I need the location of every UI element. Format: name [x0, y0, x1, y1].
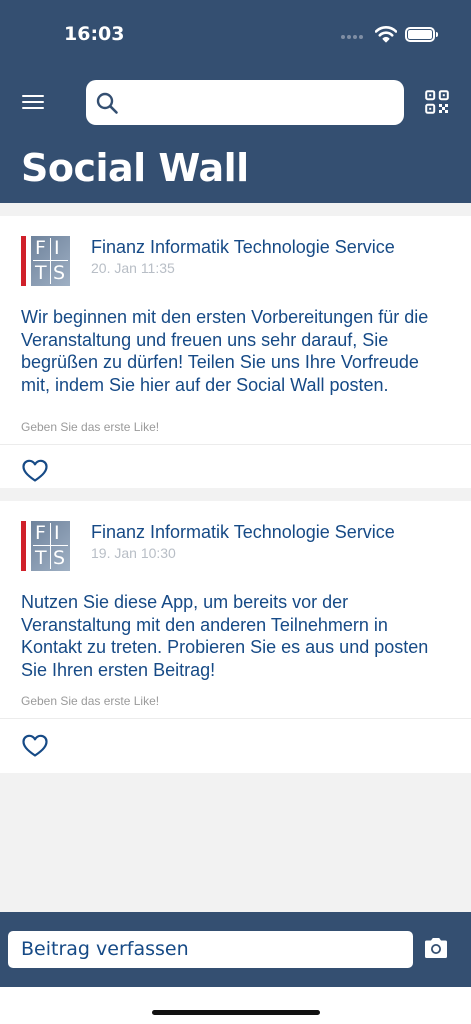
hamburger-menu-icon[interactable] — [22, 95, 44, 111]
camera-icon[interactable] — [423, 937, 449, 959]
page-title: Social Wall — [21, 146, 249, 190]
post-card: F I T S Finanz Informatik Technologie Se… — [0, 501, 471, 773]
post-divider — [0, 718, 471, 719]
status-time: 16:03 — [64, 23, 125, 45]
author-logo[interactable]: F I T S — [21, 236, 70, 286]
post-text: Nutzen Sie diese App, um bereits vor der… — [21, 592, 429, 680]
post-author[interactable]: Finanz Informatik Technologie Service — [91, 522, 395, 543]
compose-post-input[interactable]: Beitrag verfassen — [8, 931, 413, 968]
wifi-icon — [375, 26, 397, 43]
author-logo[interactable]: F I T S — [21, 521, 70, 571]
app-header: 16:03 Social Wall — [0, 0, 471, 203]
post-composer-bar: Beitrag verfassen — [0, 912, 471, 987]
search-icon — [96, 92, 118, 114]
post-card: F I T S Finanz Informatik Technologie Se… — [0, 216, 471, 488]
like-heart-icon[interactable] — [22, 459, 48, 483]
likes-hint: Geben Sie das erste Like! — [21, 420, 160, 434]
battery-icon — [405, 27, 438, 42]
post-timestamp: 20. Jan 11:35 — [91, 260, 175, 276]
home-indicator-area — [0, 987, 471, 1024]
post-divider — [0, 444, 471, 445]
post-author[interactable]: Finanz Informatik Technologie Service — [91, 237, 395, 258]
post-timestamp: 19. Jan 10:30 — [91, 545, 176, 561]
qr-code-icon[interactable] — [425, 90, 449, 114]
cellular-signal-icon — [341, 35, 365, 39]
like-heart-icon[interactable] — [22, 734, 48, 758]
search-input[interactable] — [126, 80, 396, 125]
likes-hint: Geben Sie das erste Like! — [21, 694, 160, 708]
post-text: Wir beginnen mit den ersten Vorbereitung… — [21, 307, 429, 395]
search-bar[interactable] — [86, 80, 404, 125]
home-indicator[interactable] — [152, 1010, 320, 1015]
